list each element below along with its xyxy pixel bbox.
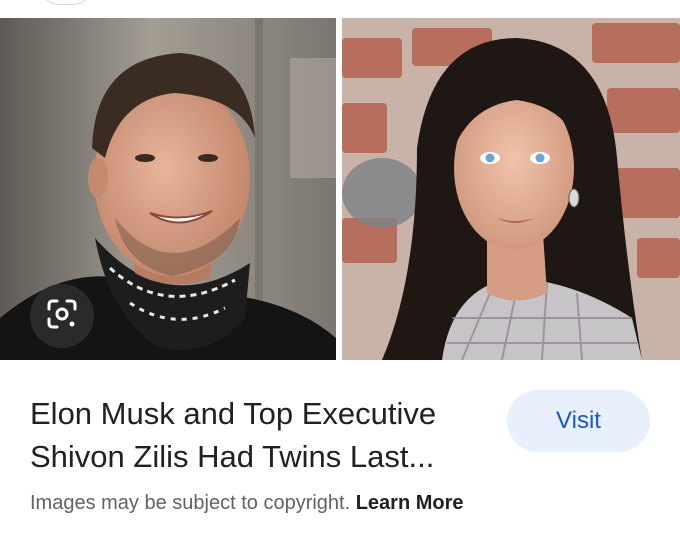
top-scroll-handle <box>40 0 92 5</box>
visit-button[interactable]: Visit <box>507 390 650 452</box>
photo-right-graphic <box>342 18 680 360</box>
image-preview[interactable] <box>0 18 680 360</box>
google-lens-icon <box>47 299 77 334</box>
result-title[interactable]: Elon Musk and Top Executive Shivon Zilis… <box>30 392 480 478</box>
learn-more-link[interactable]: Learn More <box>356 492 464 514</box>
copyright-notice: Images may be subject to copyright. Lear… <box>30 492 464 515</box>
photo-right[interactable] <box>342 18 680 360</box>
copyright-text: Images may be subject to copyright. <box>30 492 351 514</box>
google-lens-button[interactable] <box>30 284 94 348</box>
